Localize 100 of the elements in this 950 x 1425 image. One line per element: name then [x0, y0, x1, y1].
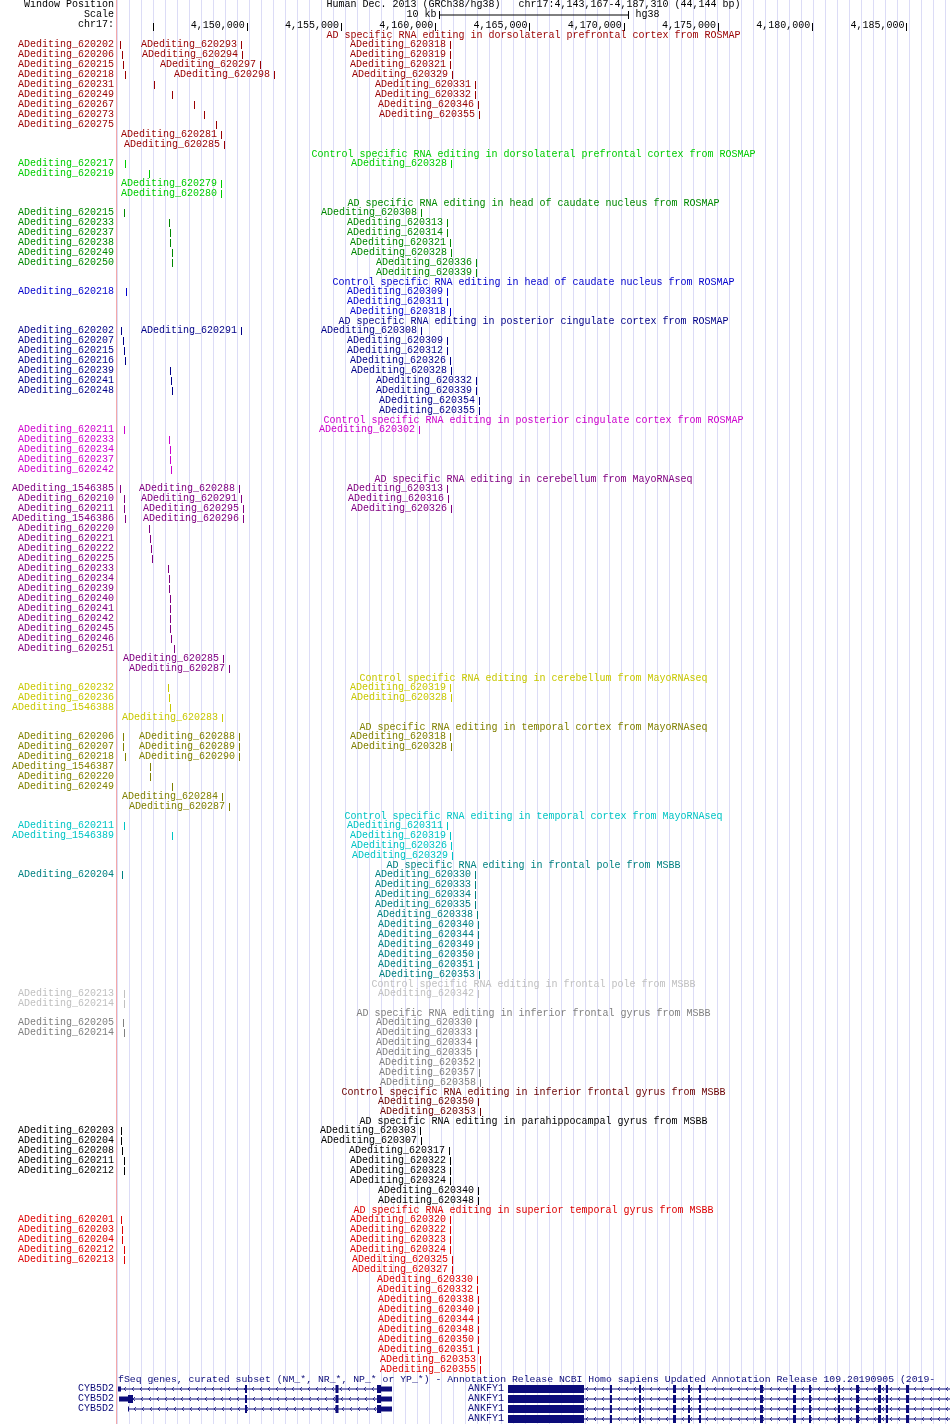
- feature-label: ADediting_620328: [351, 742, 447, 752]
- feature-tick-icon: [124, 209, 125, 217]
- feature-tick-icon: [124, 1157, 125, 1165]
- track-title: AD specific RNA editing in superior temporal gyrus from MSBB: [353, 1206, 714, 1215]
- feature-label: ADediting_620332: [375, 90, 471, 100]
- feature-tick-icon: [478, 1296, 479, 1304]
- feature-tick-icon: [125, 515, 126, 523]
- feature-tick-icon: [222, 714, 223, 722]
- feature-label: ADediting_620206: [18, 731, 114, 742]
- feature-tick-icon: [223, 655, 224, 663]
- ruler-tick-icon: [246, 23, 248, 31]
- feature-tick-icon: [150, 773, 151, 781]
- feature-tick-icon: [239, 743, 240, 751]
- feature-tick-icon: [170, 704, 171, 712]
- ruler-tick-icon: [529, 23, 531, 31]
- feature-label: ADediting_620307: [321, 1136, 417, 1146]
- feature-tick-icon: [450, 733, 451, 741]
- feature-tick-icon: [451, 160, 452, 168]
- feature-label: ADediting_620250: [18, 257, 114, 268]
- feature-label: ADediting_620324: [350, 1245, 446, 1255]
- feature-label: ADediting_620313: [347, 484, 443, 494]
- feature-label: ADediting_620336: [376, 258, 472, 268]
- feature-tick-icon: [476, 387, 477, 395]
- feature-tick-icon: [172, 91, 173, 99]
- track-title: AD specific RNA editing in inferior frontal gyrus from MSBB: [356, 1009, 711, 1018]
- region-label: chr17:4,143,167-4,187,310 (44,144 bp): [518, 0, 741, 10]
- feature-tick-icon: [123, 61, 124, 69]
- feature-label: ADediting_1546388: [11, 702, 114, 713]
- feature-label: ADediting_620215: [18, 59, 114, 70]
- feature-label: ADediting_620211: [18, 424, 114, 435]
- feature-tick-icon: [447, 337, 448, 345]
- feature-tick-icon: [480, 1366, 481, 1374]
- feature-label: ADediting_620317: [349, 1146, 445, 1156]
- ruler-tick-icon: [623, 23, 625, 31]
- feature-tick-icon: [480, 1356, 481, 1364]
- feature-tick-icon: [122, 1147, 123, 1155]
- feature-label: ADediting_620233: [18, 434, 114, 445]
- feature-label: ADediting_620324: [350, 1176, 446, 1186]
- feature-label: ADediting_620212: [18, 1244, 114, 1255]
- feature-label: ADediting_620350: [378, 1335, 474, 1345]
- feature-label: ADediting_620294: [142, 50, 238, 60]
- feature-tick-icon: [420, 1127, 421, 1135]
- feature-label: ADediting_620308: [321, 326, 417, 336]
- feature-label: ADediting_1546389: [11, 830, 114, 841]
- feature-label: ADediting_620203: [18, 1224, 114, 1235]
- feature-tick-icon: [170, 239, 171, 247]
- feature-tick-icon: [450, 1226, 451, 1234]
- feature-tick-icon: [170, 595, 171, 603]
- feature-tick-icon: [123, 743, 124, 751]
- feature-tick-icon: [450, 1246, 451, 1254]
- feature-label: ADediting_620279: [121, 179, 217, 189]
- feature-label: ADediting_620248: [18, 385, 114, 396]
- feature-tick-icon: [123, 733, 124, 741]
- feature-tick-icon: [260, 61, 261, 69]
- feature-label: ADediting_620288: [139, 732, 235, 742]
- feature-label: ADediting_620298: [174, 70, 270, 80]
- feature-tick-icon: [124, 1029, 125, 1037]
- feature-tick-icon: [241, 41, 242, 49]
- feature-tick-icon: [475, 881, 476, 889]
- feature-label: ADediting_620344: [378, 930, 474, 940]
- feature-label: ADediting_620211: [18, 503, 114, 514]
- feature-tick-icon: [169, 585, 170, 593]
- feature-label: ADediting_620319: [350, 831, 446, 841]
- feature-label: ADediting_620297: [160, 60, 256, 70]
- track-title: Control specific RNA editing in posterior cingulate cortex from ROSMAP: [323, 416, 744, 425]
- feature-label: ADediting_620218: [18, 286, 114, 297]
- feature-tick-icon: [447, 298, 448, 306]
- feature-label: ADediting_620321: [350, 60, 446, 70]
- track-title: Control specific RNA editing in dorsolateral prefrontal cortex from ROSMAP: [311, 150, 756, 159]
- feature-tick-icon: [480, 1108, 481, 1116]
- feature-label: ADediting_620353: [380, 1107, 476, 1117]
- feature-tick-icon: [476, 377, 477, 385]
- feature-label: ADediting_620355: [380, 1365, 476, 1375]
- gene-label: ANKFY1: [468, 1404, 504, 1414]
- feature-label: ADediting_620335: [375, 900, 471, 910]
- feature-tick-icon: [448, 495, 449, 503]
- feature-tick-icon: [152, 555, 153, 563]
- feature-tick-icon: [170, 446, 171, 454]
- feature-label: ADediting_620231: [18, 79, 114, 90]
- feature-label: ADediting_620335: [376, 1048, 472, 1058]
- coordinate-label: 4,185,000: [850, 21, 905, 31]
- feature-tick-icon: [125, 357, 126, 365]
- feature-tick-icon: [476, 1039, 477, 1047]
- feature-tick-icon: [124, 505, 125, 513]
- feature-tick-icon: [172, 387, 173, 395]
- feature-label: ADediting_620233: [18, 217, 114, 228]
- feature-label: ADediting_1546386: [11, 513, 114, 524]
- feature-tick-icon: [476, 1049, 477, 1057]
- feature-tick-icon: [174, 645, 175, 653]
- feature-label: ADediting_620318: [350, 307, 446, 317]
- feature-label: ADediting_620327: [352, 1265, 448, 1275]
- feature-tick-icon: [478, 990, 479, 998]
- coordinate-label: 4,150,000: [190, 21, 245, 31]
- feature-tick-icon: [122, 871, 123, 879]
- feature-label: ADediting_620210: [18, 493, 114, 504]
- feature-label: ADediting_620332: [376, 376, 472, 386]
- feature-tick-icon: [450, 832, 451, 840]
- feature-label: ADediting_620218: [18, 751, 114, 762]
- feature-label: ADediting_620295: [143, 504, 239, 514]
- feature-tick-icon: [124, 1256, 125, 1264]
